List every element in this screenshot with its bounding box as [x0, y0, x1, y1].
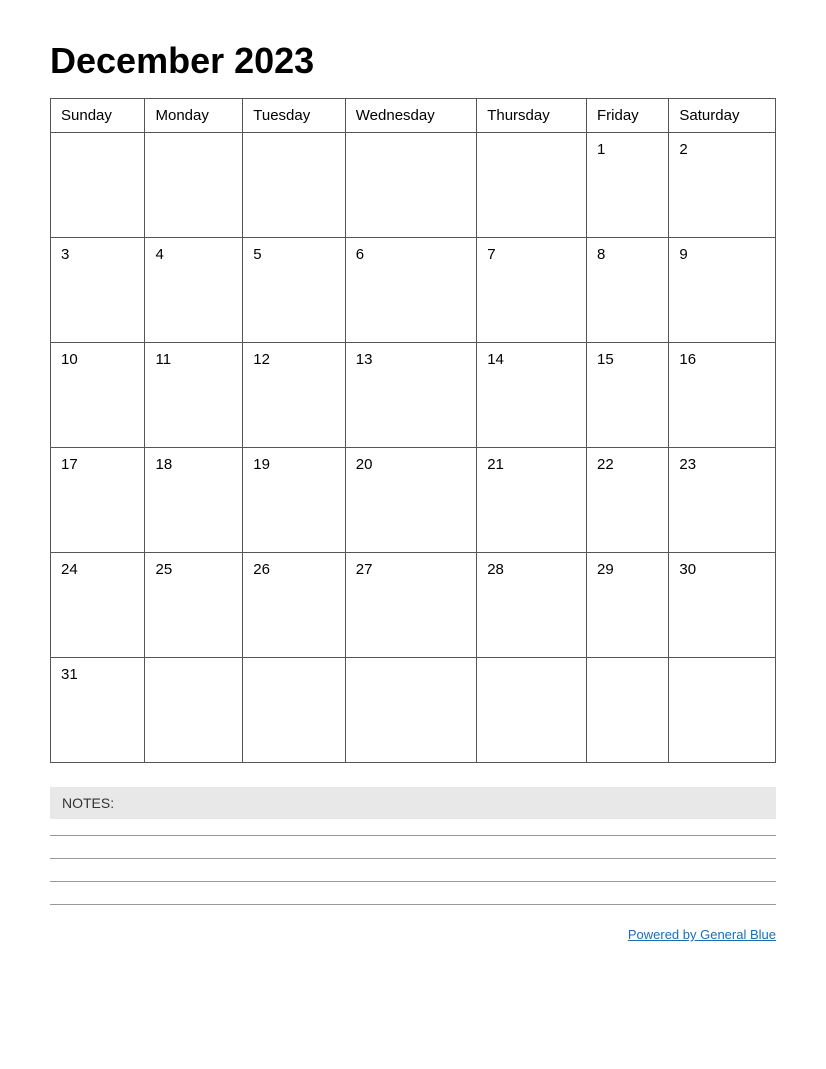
calendar-day-cell: 29	[587, 553, 669, 658]
calendar-week-row: 3 4 5 6 7 8 9	[51, 238, 776, 343]
day-number: 26	[253, 561, 335, 578]
day-number: 20	[356, 456, 466, 473]
calendar-day-cell	[477, 133, 587, 238]
calendar-week-row: 12	[51, 133, 776, 238]
calendar-day-cell: 23	[669, 448, 776, 553]
calendar-week-row: 24 25 26 27 28 29 30	[51, 553, 776, 658]
calendar-day-cell: 16	[669, 343, 776, 448]
calendar-day-cell: 7	[477, 238, 587, 343]
notes-line-1	[50, 835, 776, 836]
calendar-day-cell: 24	[51, 553, 145, 658]
day-number: 3	[61, 246, 134, 263]
calendar-header-row: SundayMondayTuesdayWednesdayThursdayFrid…	[51, 99, 776, 133]
calendar-day-cell: 9	[669, 238, 776, 343]
calendar-day-header: Saturday	[669, 99, 776, 133]
calendar-day-cell	[587, 658, 669, 763]
notes-header: NOTES:	[50, 787, 776, 819]
powered-by-link[interactable]: Powered by General Blue	[628, 927, 776, 942]
calendar-day-cell: 26	[243, 553, 346, 658]
day-number: 21	[487, 456, 576, 473]
page-title: December 2023	[50, 40, 776, 82]
day-number: 6	[356, 246, 466, 263]
calendar-day-cell: 18	[145, 448, 243, 553]
day-number: 9	[679, 246, 765, 263]
calendar-day-cell: 12	[243, 343, 346, 448]
calendar-day-cell: 4	[145, 238, 243, 343]
day-number: 16	[679, 351, 765, 368]
calendar-day-header: Tuesday	[243, 99, 346, 133]
calendar-day-cell: 20	[345, 448, 476, 553]
calendar-day-cell: 10	[51, 343, 145, 448]
calendar-day-cell	[51, 133, 145, 238]
day-number: 14	[487, 351, 576, 368]
calendar-day-cell: 2	[669, 133, 776, 238]
calendar-day-cell	[243, 658, 346, 763]
calendar-day-cell: 28	[477, 553, 587, 658]
calendar-day-cell: 6	[345, 238, 476, 343]
calendar-day-header: Wednesday	[345, 99, 476, 133]
day-number: 28	[487, 561, 576, 578]
calendar-day-cell: 15	[587, 343, 669, 448]
day-number: 7	[487, 246, 576, 263]
calendar-day-cell: 25	[145, 553, 243, 658]
calendar-day-cell: 30	[669, 553, 776, 658]
day-number: 18	[155, 456, 232, 473]
calendar-day-cell: 31	[51, 658, 145, 763]
notes-line-4	[50, 904, 776, 905]
day-number: 25	[155, 561, 232, 578]
calendar-day-cell: 5	[243, 238, 346, 343]
day-number: 5	[253, 246, 335, 263]
calendar-day-header: Thursday	[477, 99, 587, 133]
calendar-day-cell	[345, 133, 476, 238]
day-number: 12	[253, 351, 335, 368]
calendar-day-cell: 27	[345, 553, 476, 658]
calendar-day-cell: 8	[587, 238, 669, 343]
calendar-day-header: Friday	[587, 99, 669, 133]
day-number: 11	[155, 351, 232, 368]
day-number: 30	[679, 561, 765, 578]
calendar-day-cell	[243, 133, 346, 238]
calendar-day-cell: 22	[587, 448, 669, 553]
day-number: 31	[61, 666, 134, 683]
calendar-day-cell: 19	[243, 448, 346, 553]
day-number: 13	[356, 351, 466, 368]
calendar-day-cell: 13	[345, 343, 476, 448]
day-number: 24	[61, 561, 134, 578]
calendar-day-header: Sunday	[51, 99, 145, 133]
day-number: 17	[61, 456, 134, 473]
calendar-day-header: Monday	[145, 99, 243, 133]
day-number: 23	[679, 456, 765, 473]
calendar-day-cell	[145, 133, 243, 238]
notes-line-3	[50, 881, 776, 882]
calendar-day-cell	[477, 658, 587, 763]
day-number: 15	[597, 351, 658, 368]
calendar-day-cell	[669, 658, 776, 763]
calendar-day-cell	[145, 658, 243, 763]
calendar-day-cell: 21	[477, 448, 587, 553]
day-number: 29	[597, 561, 658, 578]
calendar-day-cell: 14	[477, 343, 587, 448]
day-number: 8	[597, 246, 658, 263]
notes-line-2	[50, 858, 776, 859]
powered-by: Powered by General Blue	[50, 927, 776, 942]
day-number: 22	[597, 456, 658, 473]
day-number: 4	[155, 246, 232, 263]
calendar-day-cell: 17	[51, 448, 145, 553]
calendar-day-cell: 3	[51, 238, 145, 343]
calendar-week-row: 17 18 19 20 21 22 23	[51, 448, 776, 553]
notes-section: NOTES:	[50, 787, 776, 905]
day-number: 2	[679, 141, 765, 158]
day-number: 27	[356, 561, 466, 578]
calendar-week-row: 10 11 12 13 14 15 16	[51, 343, 776, 448]
calendar-day-cell: 1	[587, 133, 669, 238]
calendar-day-cell: 11	[145, 343, 243, 448]
calendar-table: SundayMondayTuesdayWednesdayThursdayFrid…	[50, 98, 776, 763]
calendar-week-row: 31	[51, 658, 776, 763]
day-number: 1	[597, 141, 658, 158]
day-number: 19	[253, 456, 335, 473]
calendar-day-cell	[345, 658, 476, 763]
day-number: 10	[61, 351, 134, 368]
